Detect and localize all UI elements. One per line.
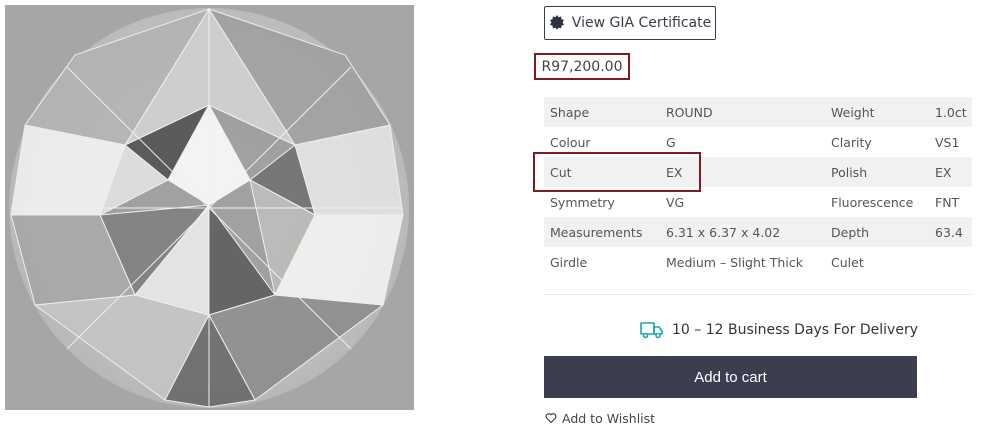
spec-label: Polish — [825, 157, 929, 187]
table-row: Girdle Medium – Slight Thick Culet — [544, 247, 972, 277]
diamond-spec-table: Shape ROUND Weight 1.0ct Colour G Clarit… — [544, 97, 972, 277]
spec-label: Fluorescence — [831, 194, 914, 210]
delivery-text: 10 – 12 Business Days For Delivery — [672, 322, 918, 338]
spec-value: ROUND — [660, 97, 825, 127]
price-highlight: R97,200.00 — [534, 53, 630, 80]
spec-value: VS1 — [935, 134, 960, 150]
spec-label: Girdle — [550, 254, 588, 270]
view-gia-certificate-button[interactable]: View GIA Certificate — [544, 6, 716, 40]
add-to-wishlist-link[interactable]: Add to Wishlist — [545, 410, 655, 426]
spec-value: EX — [660, 157, 825, 187]
spec-value: 63.4 — [929, 217, 972, 247]
gia-badge-icon — [549, 15, 565, 31]
wishlist-label: Add to Wishlist — [562, 410, 656, 426]
gia-button-label: View GIA Certificate — [571, 15, 712, 31]
delivery-info: 10 – 12 Business Days For Delivery — [640, 318, 918, 342]
table-row: Cut EX Polish EX — [544, 157, 972, 187]
spec-label: Culet — [831, 254, 864, 270]
product-price: R97,200.00 — [541, 58, 623, 75]
spec-label: Depth — [825, 217, 929, 247]
spec-label: Colour — [550, 134, 591, 150]
diamond-graphic — [9, 8, 409, 408]
spec-value: VG — [666, 194, 685, 210]
spec-value — [929, 247, 972, 277]
divider — [544, 294, 972, 295]
table-row: Colour G Clarity VS1 — [544, 127, 972, 157]
spec-value: Medium – Slight Thick — [666, 254, 803, 270]
spec-label: Weight — [825, 97, 929, 127]
spec-label: Cut — [544, 157, 660, 187]
table-row: Symmetry VG Fluorescence FNT — [544, 187, 972, 217]
spec-value: 1.0ct — [929, 97, 972, 127]
spec-label: Measurements — [544, 217, 660, 247]
truck-icon — [640, 320, 664, 340]
spec-label: Clarity — [831, 134, 872, 150]
product-image — [5, 5, 414, 410]
spec-label: Shape — [544, 97, 660, 127]
spec-value: G — [666, 134, 676, 150]
spec-value: 6.31 x 6.37 x 4.02 — [660, 217, 825, 247]
spec-label: Symmetry — [550, 194, 615, 210]
add-to-cart-button[interactable]: Add to cart — [544, 356, 917, 398]
heart-icon — [545, 412, 557, 424]
table-row: Shape ROUND Weight 1.0ct — [544, 97, 972, 127]
spec-value: EX — [929, 157, 972, 187]
spec-value: FNT — [935, 194, 960, 210]
table-row: Measurements 6.31 x 6.37 x 4.02 Depth 63… — [544, 217, 972, 247]
